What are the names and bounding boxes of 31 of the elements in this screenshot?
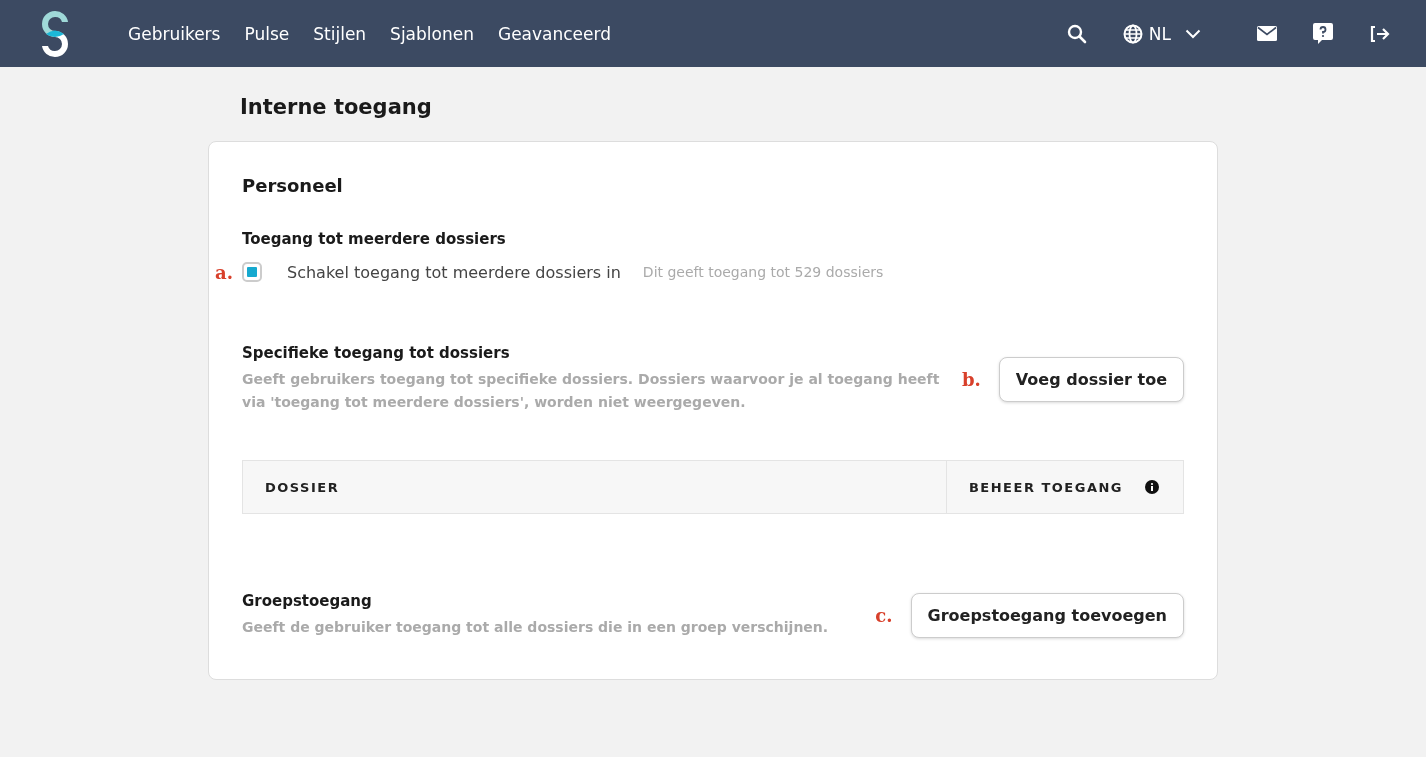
section-description: Geeft de gebruiker toegang tot alle dossiers die in een groep verschijnen. (242, 618, 830, 638)
globe-icon (1122, 23, 1143, 44)
section-heading: Toegang tot meerdere dossiers (242, 230, 507, 248)
logo-icon[interactable] (40, 8, 70, 59)
page-title: Interne toegang (240, 95, 433, 119)
section-heading: Specifieke toegang tot dossiers (242, 344, 511, 362)
annotation-marker: c. (875, 605, 893, 627)
search-icon[interactable] (1066, 23, 1087, 44)
nav-link[interactable]: Stijlen (313, 23, 367, 44)
nav-link[interactable]: Sjablonen (390, 23, 474, 44)
help-icon[interactable] (1313, 22, 1333, 45)
chevron-down-icon (1185, 28, 1201, 39)
section-heading: Groepstoegang (242, 592, 373, 611)
checkbox-label: Schakel toegang tot meerdere dossiers in (287, 262, 621, 282)
section-description: Geeft gebruikers toegang tot specifieke dossiers. Dossiers waarvoor je al toegang heeft via 'toegang tot meerdere dossiers', worden niet weergegeven. (242, 370, 941, 413)
hint-text: Dit geeft toegang tot 529 dossiers (642, 264, 884, 280)
envelope-icon[interactable] (1257, 26, 1277, 41)
column-header: DOSSIER (264, 479, 341, 495)
section-title: Personeel (242, 175, 344, 196)
info-icon[interactable] (1145, 480, 1159, 495)
logout-icon[interactable] (1369, 24, 1390, 43)
nav-link[interactable]: Gebruikers (128, 23, 221, 44)
annotation-marker: a. (215, 261, 233, 283)
add-group-access-button[interactable]: Groepstoegang toevoegen (910, 593, 1184, 639)
nav-link[interactable]: Pulse (244, 23, 290, 44)
nav-link[interactable]: Geavanceerd (497, 23, 612, 44)
column-header: BEHEER TOEGANG (968, 479, 1123, 495)
annotation-marker: b. (962, 368, 981, 390)
add-dossier-button[interactable]: Voeg dossier toe (998, 356, 1184, 402)
checkbox[interactable] (242, 262, 262, 282)
language-selector[interactable]: NL (1122, 23, 1201, 44)
